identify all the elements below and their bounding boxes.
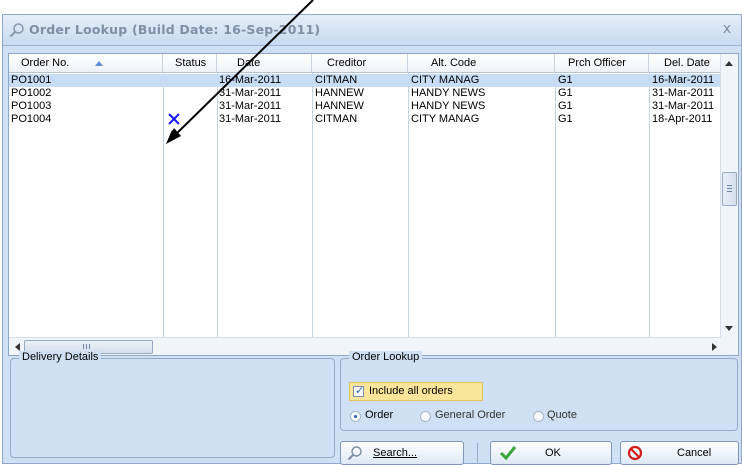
column-header-status[interactable]: Status [163, 54, 217, 73]
column-header-del-date[interactable]: Del. Date [649, 54, 722, 73]
grip-line [83, 344, 84, 349]
cell-prch-officer: G1 [558, 74, 573, 86]
cell-creditor: CITMAN [315, 113, 358, 125]
scroll-down-icon[interactable] [725, 326, 733, 331]
cell-prch-officer: G1 [558, 87, 573, 99]
title-bar[interactable]: Order Lookup (Build Date: 16-Sep-2011) x [3, 15, 741, 46]
radio-general-order-label[interactable]: General Order [435, 409, 505, 421]
window-title: Order Lookup (Build Date: 16-Sep-2011) [29, 22, 321, 37]
ok-button[interactable]: OK [490, 441, 612, 465]
table-row[interactable]: PO1004 31-Mar-2011 CITMAN CITY MANAG G1 … [9, 113, 722, 126]
order-lookup-label: Order Lookup [349, 351, 423, 363]
cell-order-no: PO1003 [11, 100, 52, 112]
cell-date: 31-Mar-2011 [219, 100, 282, 112]
cell-date: 16-Mar-2011 [219, 74, 282, 86]
table-row[interactable]: PO1001 16-Mar-2011 CITMAN CITY MANAG G1 … [9, 74, 722, 87]
scroll-right-icon[interactable] [712, 343, 717, 351]
cancel-icon [627, 445, 643, 461]
radio-order-label[interactable]: Order [365, 409, 393, 421]
column-header-alt-code[interactable]: Alt. Code [408, 54, 555, 73]
checkbox-box[interactable]: ✓ [353, 384, 365, 397]
search-button[interactable]: Search... [340, 441, 464, 465]
orders-grid[interactable]: Order No. Status Date Creditor Alt. Code… [8, 53, 739, 356]
order-lookup-group: Order Lookup ✓ Include all orders Order … [340, 351, 738, 431]
grip-line [727, 191, 732, 192]
cell-del-date: 18-Apr-2011 [652, 113, 713, 125]
radio-quote[interactable] [533, 411, 544, 422]
grip-line [86, 344, 87, 349]
column-header-prch-officer[interactable]: Prch Officer [555, 54, 649, 73]
cell-creditor: HANNEW [315, 100, 364, 112]
cell-date: 31-Mar-2011 [219, 87, 282, 99]
column-header-label: Status [175, 57, 207, 69]
radio-selected-dot [354, 415, 357, 418]
cancel-button-label: Cancel [677, 447, 712, 459]
column-header-label: Order No. [21, 57, 70, 69]
order-lookup-window: Order Lookup (Build Date: 16-Sep-2011) x… [2, 14, 742, 465]
magnifier-icon [347, 446, 362, 461]
column-header-label: Creditor [327, 57, 367, 69]
cell-del-date: 16-Mar-2011 [652, 74, 715, 86]
cross-icon [168, 113, 180, 125]
cell-creditor: CITMAN [315, 74, 358, 86]
close-icon[interactable]: x [719, 21, 735, 37]
checkmark-icon: ✓ [355, 384, 365, 397]
vertical-scrollbar[interactable] [720, 54, 738, 337]
include-all-orders-checkbox[interactable]: ✓ Include all orders [349, 382, 483, 401]
cell-del-date: 31-Mar-2011 [652, 100, 715, 112]
cell-alt-code: HANDY NEWS [411, 100, 486, 112]
column-header-label: Alt. Code [431, 57, 477, 69]
cell-order-no: PO1002 [11, 87, 52, 99]
column-header-label: Prch Officer [568, 57, 626, 69]
cell-order-no: PO1001 [11, 74, 52, 86]
scrollbar-corner [721, 337, 738, 355]
cell-alt-code: CITY MANAG [411, 113, 480, 125]
vertical-scroll-thumb[interactable] [722, 172, 737, 206]
table-row[interactable]: PO1002 31-Mar-2011 HANNEW HANDY NEWS G1 … [9, 87, 722, 100]
include-all-orders-label: Include all orders [369, 385, 453, 397]
scroll-up-icon[interactable] [725, 61, 733, 66]
column-header-date[interactable]: Date [217, 54, 312, 73]
cell-del-date: 31-Mar-2011 [652, 87, 715, 99]
grip-line [727, 188, 732, 189]
column-header-label: Date [237, 57, 261, 69]
grip-line [727, 185, 732, 186]
cell-alt-code: CITY MANAG [411, 74, 480, 86]
delivery-details-label: Delivery Details [19, 351, 102, 363]
cell-prch-officer: G1 [558, 100, 573, 112]
cell-alt-code: HANDY NEWS [411, 87, 486, 99]
scroll-left-icon[interactable] [15, 343, 20, 351]
ok-button-label: OK [545, 447, 561, 459]
checkmark-icon [499, 446, 517, 461]
search-button-label: Search... [373, 447, 418, 459]
cell-creditor: HANNEW [315, 87, 364, 99]
delivery-details-group: Delivery Details [10, 351, 335, 458]
radio-order[interactable] [350, 411, 361, 422]
magnifier-icon [9, 23, 24, 38]
column-header-label: Del. Date [664, 57, 710, 69]
sort-ascending-icon [95, 61, 103, 66]
cell-prch-officer: G1 [558, 113, 573, 125]
cancel-button[interactable]: Cancel [620, 441, 739, 465]
cell-order-no: PO1004 [11, 113, 52, 125]
column-header-order-no[interactable]: Order No. [9, 54, 163, 73]
radio-general-order[interactable] [420, 411, 431, 422]
column-header-creditor[interactable]: Creditor [312, 54, 408, 73]
radio-quote-label[interactable]: Quote [547, 409, 577, 421]
button-separator [477, 443, 478, 464]
grip-line [89, 344, 90, 349]
cell-date: 31-Mar-2011 [219, 113, 282, 125]
table-row[interactable]: PO1003 31-Mar-2011 HANNEW HANDY NEWS G1 … [9, 100, 722, 113]
